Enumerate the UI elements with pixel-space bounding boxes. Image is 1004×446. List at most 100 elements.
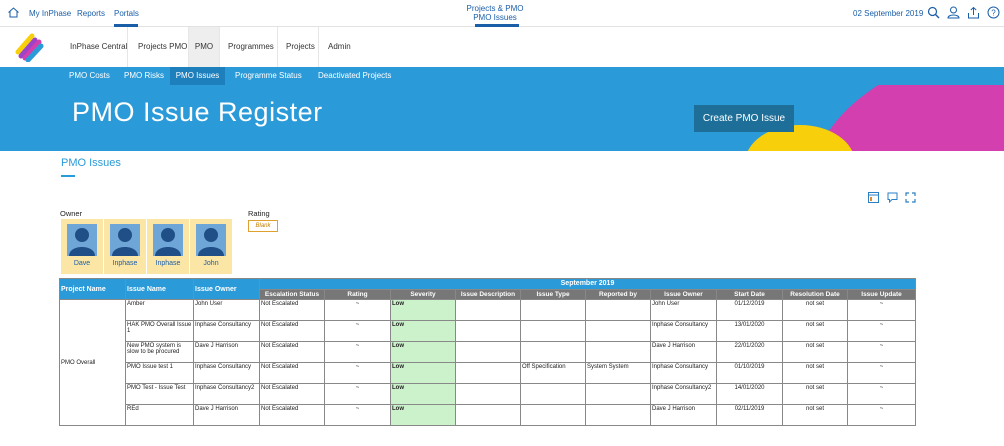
tab-pmo-risks[interactable]: PMO Risks (124, 67, 164, 85)
escalation-cell: Not Escalated (259, 320, 325, 342)
reported-by-cell (585, 299, 651, 321)
severity-cell: Low (390, 299, 456, 321)
issue-update-cell: ~ (847, 362, 916, 384)
owner-filter-card[interactable]: Inphase (104, 219, 146, 274)
owner-filter-card[interactable]: Inphase (147, 219, 189, 274)
create-pmo-issue-button[interactable]: Create PMO Issue (694, 105, 794, 132)
table-row[interactable]: HAK PMO Overall Issue 1 Inphase Consulta… (60, 320, 916, 342)
escalation-cell: Not Escalated (259, 299, 325, 321)
issue-name-cell[interactable]: Amber (125, 299, 194, 321)
col-escalation-status[interactable]: Escalation Status (259, 289, 325, 300)
issue-type-cell (520, 404, 586, 426)
start-date-cell: 01/12/2019 (716, 299, 783, 321)
col-issue-owner[interactable]: Issue Owner (193, 278, 260, 300)
upload-icon[interactable] (967, 6, 980, 19)
issue-name-cell[interactable]: REd (125, 404, 194, 426)
issue-name-cell[interactable]: New PMO system is slow to be procured (125, 341, 194, 363)
owner-name: John (203, 260, 219, 267)
tab-pmo-issues[interactable]: PMO Issues (170, 67, 225, 85)
comment-icon[interactable] (887, 192, 898, 203)
report-icon[interactable] (868, 192, 879, 203)
location-portal: Projects & PMO (466, 4, 524, 13)
col-severity[interactable]: Severity (390, 289, 456, 300)
home-icon[interactable] (7, 6, 20, 19)
issue-type-cell (520, 341, 586, 363)
description-cell (455, 341, 521, 363)
section-title: PMO Issues (61, 157, 121, 169)
table-row[interactable]: PMO Overall Amber John User Not Escalate… (59, 299, 916, 426)
user-icon[interactable] (947, 6, 960, 19)
rating-label: Rating (248, 209, 270, 218)
start-date-cell: 02/11/2019 (716, 404, 783, 426)
top-bar: My InPhase Reports Portals Projects & PM… (0, 0, 1004, 27)
nav-my-inphase[interactable]: My InPhase (29, 9, 71, 18)
nav-reports[interactable]: Reports (77, 9, 105, 18)
reported-by-cell (585, 404, 651, 426)
project-name-cell[interactable]: PMO Overall (59, 299, 126, 426)
month-header: September 2019 (259, 278, 916, 290)
severity-cell: Low (390, 404, 456, 426)
tab-programme-status[interactable]: Programme Status (235, 67, 302, 85)
rating-filter-blank[interactable]: Blank (248, 220, 278, 232)
col-issue-description[interactable]: Issue Description (455, 289, 521, 300)
col-issue-owner-detail[interactable]: Issue Owner (650, 289, 717, 300)
owner-filter-card[interactable]: John (190, 219, 232, 274)
reported-by-cell (585, 383, 651, 405)
rating-cell: ~ (324, 362, 391, 384)
table-row[interactable]: New PMO system is slow to be procured Da… (60, 341, 916, 363)
table-row[interactable]: PMO Test - Issue Test Inphase Consultanc… (60, 383, 916, 405)
description-cell (455, 320, 521, 342)
owner-name: Inphase (112, 260, 138, 267)
col-project-name[interactable]: Project Name (59, 278, 126, 300)
issue-owner-detail-cell: Dave J Harrison (650, 404, 717, 426)
severity-cell: Low (390, 341, 456, 363)
mainnav-pmo[interactable]: PMO (189, 27, 219, 67)
issue-name-cell[interactable]: HAK PMO Overall Issue 1 (125, 320, 194, 342)
mainnav-programmes[interactable]: Programmes (228, 27, 274, 67)
issue-name-cell[interactable]: PMO Test - Issue Test (125, 383, 194, 405)
col-resolution-date[interactable]: Resolution Date (782, 289, 848, 300)
col-reported-by[interactable]: Reported by (585, 289, 651, 300)
mainnav-inphase-central[interactable]: InPhase Central (70, 27, 127, 67)
issue-type-cell (520, 383, 586, 405)
issue-owner-cell: Inphase Consultancy (193, 320, 260, 342)
avatar (67, 224, 97, 256)
issue-update-cell: ~ (847, 341, 916, 363)
start-date-cell: 22/01/2020 (716, 341, 783, 363)
resolution-date-cell: not set (782, 299, 848, 321)
table-row[interactable]: REd Dave J Harrison Not Escalated ~ Low … (60, 404, 916, 426)
expand-icon[interactable] (905, 192, 916, 203)
mainnav-divider (277, 27, 278, 67)
help-icon[interactable]: ? (987, 6, 1000, 19)
col-start-date[interactable]: Start Date (716, 289, 783, 300)
mainnav-projects[interactable]: Projects (286, 27, 315, 67)
inphase-logo[interactable] (14, 30, 44, 62)
current-date: 02 September 2019 (853, 9, 924, 18)
rating-cell: ~ (324, 404, 391, 426)
search-icon[interactable] (927, 6, 940, 19)
mainnav-admin[interactable]: Admin (328, 27, 351, 67)
owner-name: Inphase (155, 260, 181, 267)
nav-portals[interactable]: Portals (114, 9, 139, 18)
mainnav-projects-pmo[interactable]: Projects PMO (138, 27, 187, 67)
tab-pmo-costs[interactable]: PMO Costs (69, 67, 110, 85)
table-row[interactable]: PMO Issue test 1 Inphase Consultancy Not… (60, 362, 916, 384)
col-issue-update[interactable]: Issue Update (847, 289, 916, 300)
current-location[interactable]: Projects & PMO PMO Issues (445, 4, 545, 22)
rating-cell: ~ (324, 341, 391, 363)
col-rating[interactable]: Rating (324, 289, 391, 300)
issue-owner-detail-cell: John User (650, 299, 717, 321)
issue-name-cell[interactable]: PMO Issue test 1 (125, 362, 194, 384)
mainnav-divider (219, 27, 220, 67)
issue-owner-detail-cell: Inphase Consultancy (650, 320, 717, 342)
issue-type-cell (520, 320, 586, 342)
issue-owner-cell: Inphase Consultancy2 (193, 383, 260, 405)
resolution-date-cell: not set (782, 320, 848, 342)
issue-type-cell: Off Specification (520, 362, 586, 384)
start-date-cell: 14/01/2020 (716, 383, 783, 405)
owner-filter-card[interactable]: Dave (61, 219, 103, 274)
tab-deactivated-projects[interactable]: Deactivated Projects (318, 67, 391, 85)
severity-cell: Low (390, 383, 456, 405)
col-issue-type[interactable]: Issue Type (520, 289, 586, 300)
col-issue-name[interactable]: Issue Name (125, 278, 194, 300)
